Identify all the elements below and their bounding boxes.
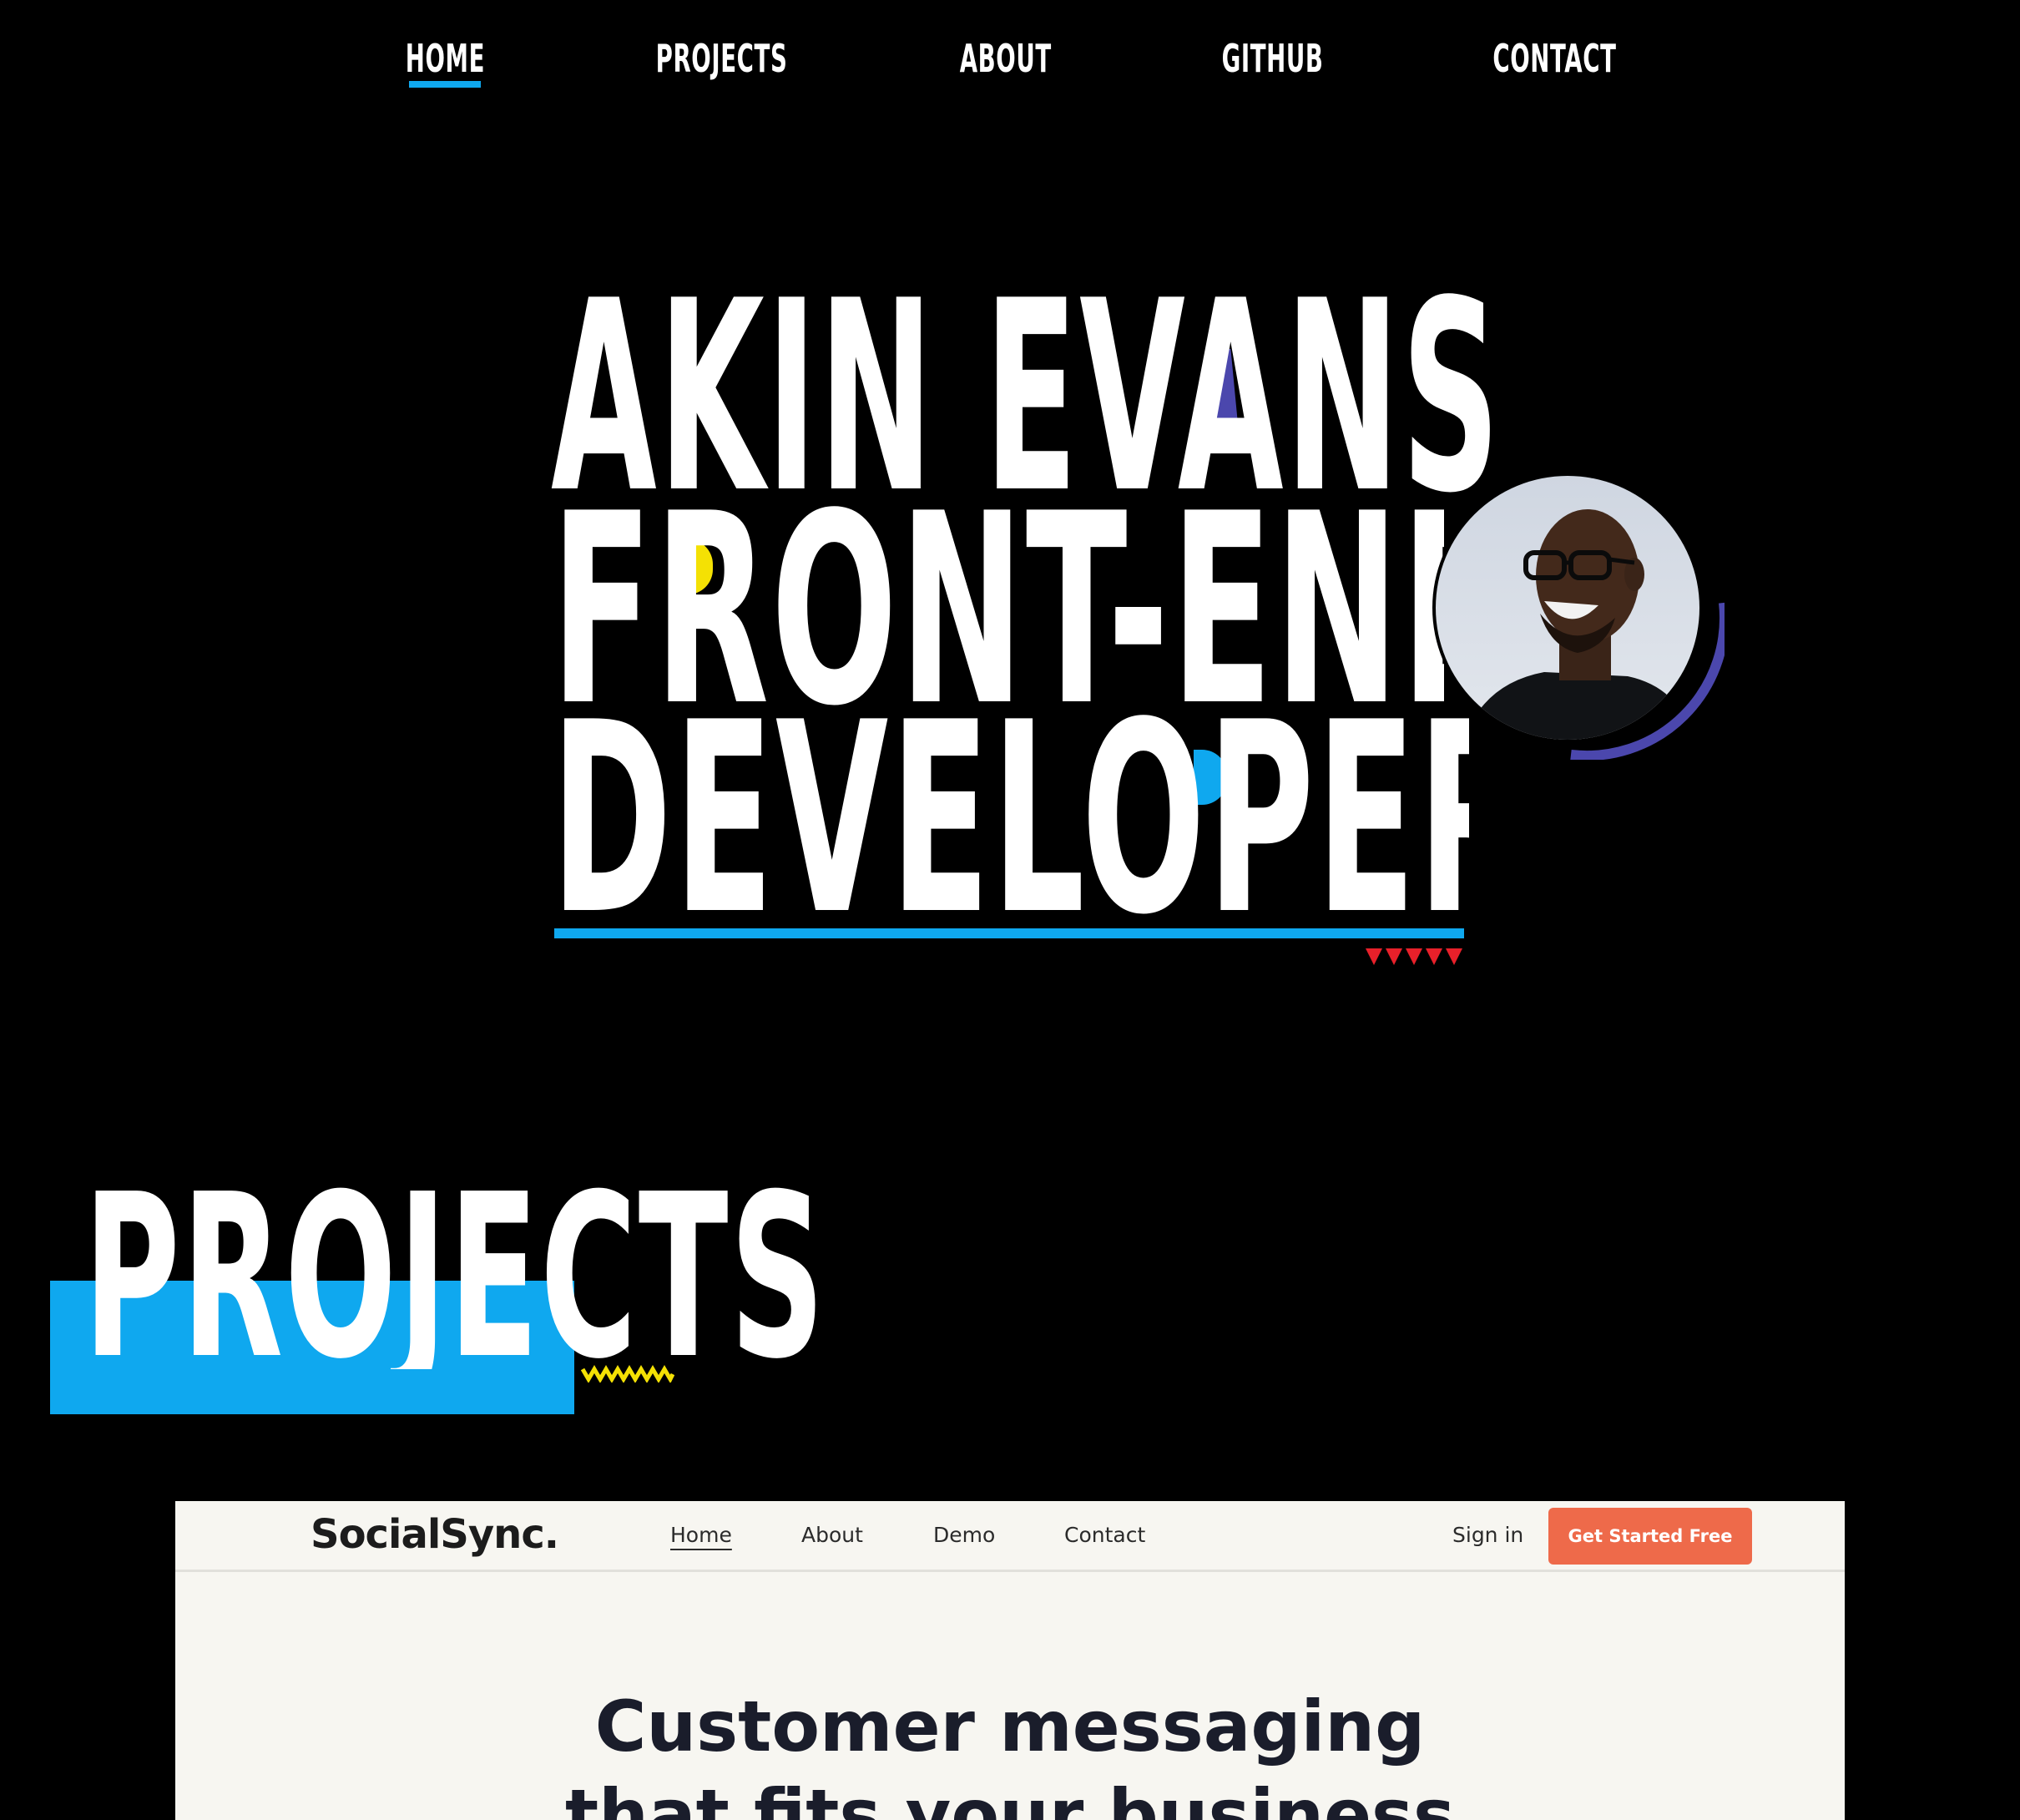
nav-about-label: ABOUT bbox=[959, 36, 1053, 81]
preview-signin: Sign in bbox=[1452, 1523, 1524, 1547]
preview-headline-line2: that fits your business bbox=[564, 1774, 1456, 1820]
hero-underline bbox=[554, 928, 1464, 938]
preview-logo: SocialSync. bbox=[311, 1511, 559, 1558]
nav-contact-link[interactable]: CONTACT bbox=[1486, 32, 1624, 85]
preview-headline-line1: Customer messaging bbox=[594, 1686, 1426, 1767]
project-preview-socialsync[interactable]: SocialSync. Home About Demo Contact Sign… bbox=[175, 1501, 1845, 1820]
hero-role-line2: DEVELOPER bbox=[551, 714, 1469, 927]
zigzag-decoration bbox=[581, 1365, 674, 1383]
hero-name: AKIN EVANS bbox=[551, 292, 1494, 505]
preview-nav-home: Home bbox=[670, 1523, 732, 1547]
preview-header: SocialSync. Home About Demo Contact Sign… bbox=[175, 1501, 1845, 1572]
preview-nav-contact: Contact bbox=[1064, 1523, 1146, 1547]
nav-projects-label: PROJECTS bbox=[656, 36, 788, 81]
nav-home-link[interactable]: HOME bbox=[392, 32, 497, 85]
triangles-decoration bbox=[1366, 948, 1462, 965]
nav-home-label: HOME bbox=[405, 36, 485, 81]
avatar bbox=[1432, 476, 1725, 760]
nav-about-link[interactable]: ABOUT bbox=[952, 32, 1060, 85]
preview-nav-demo: Demo bbox=[933, 1523, 996, 1547]
preview-get-started-button: Get Started Free bbox=[1548, 1508, 1752, 1565]
nav-github-label: GITHUB bbox=[1222, 36, 1324, 81]
nav-contact-label: CONTACT bbox=[1492, 36, 1617, 81]
projects-heading: PROJECTS bbox=[83, 1186, 826, 1369]
hero-role-line1: FRONT-END bbox=[551, 505, 1444, 718]
nav-active-indicator bbox=[409, 81, 481, 88]
nav-projects-link[interactable]: PROJECTS bbox=[651, 32, 793, 85]
preview-nav-about: About bbox=[801, 1523, 863, 1547]
nav-github-link[interactable]: GITHUB bbox=[1219, 32, 1327, 85]
